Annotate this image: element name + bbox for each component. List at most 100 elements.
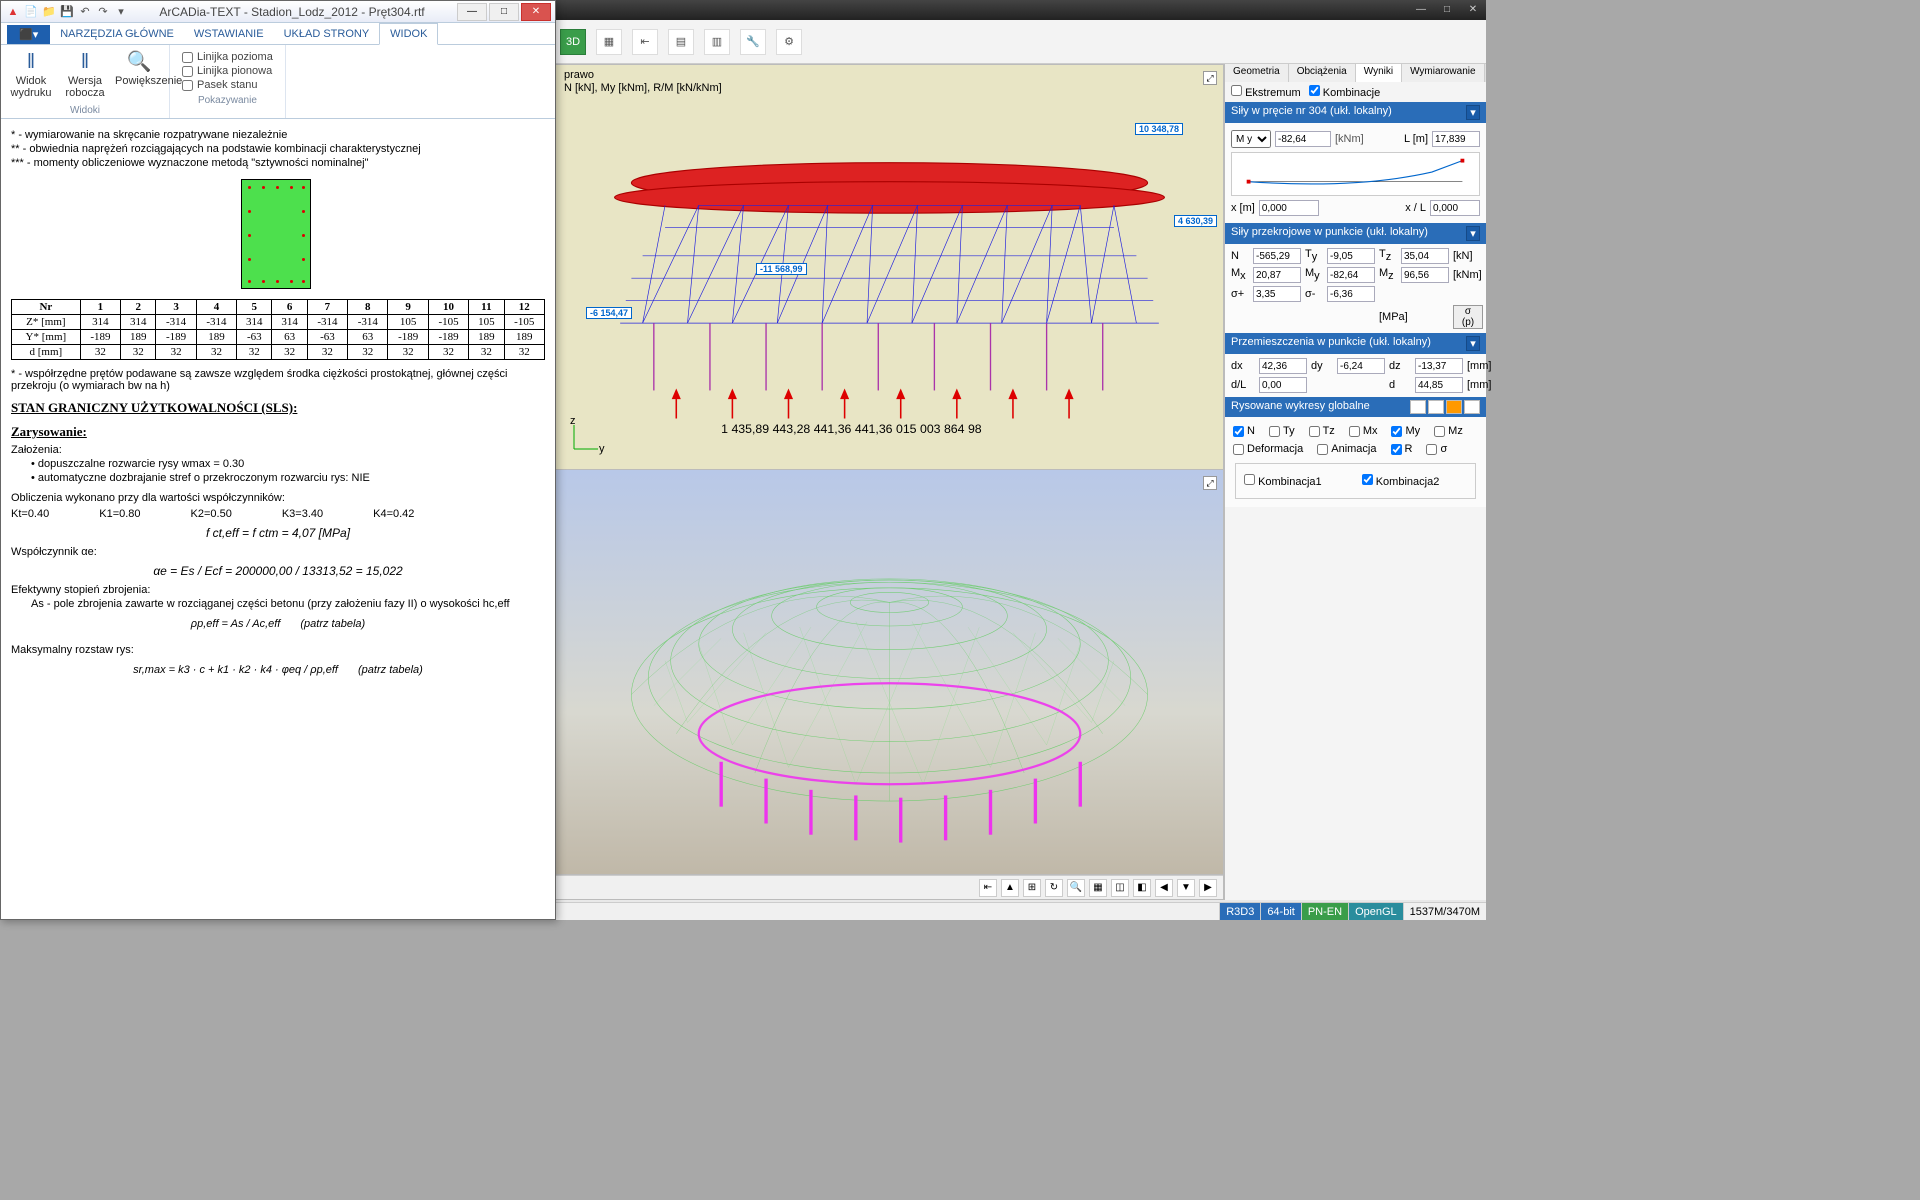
vc-view2-icon[interactable]: ◧	[1133, 879, 1151, 897]
arcadia-maximize-button[interactable]: □	[489, 3, 519, 21]
arcadia-close-button[interactable]: ✕	[521, 3, 551, 21]
toolbar-align-icon[interactable]: ⇤	[632, 29, 658, 55]
chk-n[interactable]: N	[1233, 425, 1255, 437]
dl-input[interactable]	[1259, 377, 1307, 393]
tab-wstawianie[interactable]: WSTAWIANIE	[184, 24, 274, 44]
tab-obciazenia[interactable]: Obciążenia	[1289, 64, 1356, 82]
expand-viewport-bottom-icon[interactable]: ⤢	[1203, 476, 1217, 490]
doc-note2: ** - obwiednia naprężeń rozciągających n…	[11, 143, 545, 155]
wersja-robocza-button[interactable]: ‖Wersja robocza	[61, 47, 109, 105]
tab-narzedzia[interactable]: NARZĘDZIA GŁÓWNE	[50, 24, 184, 44]
expand-viewport-icon[interactable]: ⤢	[1203, 71, 1217, 85]
file-button[interactable]: ⬛▾	[7, 25, 50, 44]
d-input[interactable]	[1415, 377, 1463, 393]
eng-minimize-button[interactable]: —	[1408, 0, 1434, 18]
panel-tabs: Geometria Obciążenia Wyniki Wymiarowanie	[1225, 64, 1486, 82]
chk-deformacja[interactable]: Deformacja	[1233, 443, 1303, 455]
toolbar-settings-icon[interactable]: ⚙	[776, 29, 802, 55]
toolbar-wrench-icon[interactable]: 🔧	[740, 29, 766, 55]
my-value-input[interactable]	[1275, 131, 1331, 147]
vc-right-icon[interactable]: ▶	[1199, 879, 1217, 897]
tab-uklad[interactable]: UKŁAD STRONY	[274, 24, 380, 44]
wk-icon-2[interactable]	[1428, 400, 1444, 414]
vc-zoom-icon[interactable]: 🔍	[1067, 879, 1085, 897]
document-area[interactable]: * - wymiarowanie na skręcanie rozpatrywa…	[1, 119, 555, 919]
toolbar-calc-icon[interactable]: ▤	[668, 29, 694, 55]
mz-input[interactable]	[1401, 267, 1449, 283]
tab-widok[interactable]: WIDOK	[379, 23, 438, 45]
linijka-pionowa-checkbox[interactable]: Linijka pionowa	[182, 65, 273, 77]
powiekszenie-button[interactable]: 🔍Powiększenie	[115, 47, 163, 105]
sily-dropdown-icon[interactable]: ▾	[1466, 105, 1480, 120]
linijka-pozioma-checkbox[interactable]: Linijka pozioma	[182, 51, 273, 63]
xl-input[interactable]	[1430, 200, 1480, 216]
chk-kombinacja1[interactable]: Kombinacja1	[1244, 474, 1322, 488]
vc-left-icon[interactable]: ◀	[1155, 879, 1173, 897]
kombinacje-checkbox[interactable]: Kombinacje	[1309, 85, 1381, 99]
qat-new-icon[interactable]: 📄	[23, 4, 39, 20]
pasek-stanu-checkbox[interactable]: Pasek stanu	[182, 79, 273, 91]
x-input[interactable]	[1259, 200, 1319, 216]
tz-label: Tz	[1379, 248, 1397, 263]
sm-input[interactable]	[1327, 286, 1375, 302]
l-value-input[interactable]	[1432, 131, 1480, 147]
chk-animacja[interactable]: Animacja	[1317, 443, 1376, 455]
chk-r[interactable]: R	[1391, 443, 1413, 455]
ekstremum-checkbox[interactable]: Ekstremum	[1231, 85, 1301, 99]
dx-input[interactable]	[1259, 358, 1307, 374]
chk-sigma[interactable]: σ	[1426, 443, 1447, 455]
vc-first-icon[interactable]: ⇤	[979, 879, 997, 897]
ty-input[interactable]	[1327, 248, 1375, 264]
toolbar-3d-icon[interactable]: 3D	[560, 29, 586, 55]
tz-input[interactable]	[1401, 248, 1449, 264]
coef-intro: Obliczenia wykonano przy dla wartości ws…	[11, 492, 545, 504]
tab-geometria[interactable]: Geometria	[1225, 64, 1289, 82]
viewport-top[interactable]: prawo N [kN], My [kNm], R/M [kN/kNm] ⤢	[556, 65, 1223, 470]
przem-dropdown-icon[interactable]: ▾	[1466, 336, 1480, 351]
vc-grid-icon[interactable]: ⊞	[1023, 879, 1041, 897]
wk-icon-3[interactable]	[1446, 400, 1462, 414]
qat-undo-icon[interactable]: ↶	[77, 4, 93, 20]
viewport-bottom[interactable]: ⤢	[556, 470, 1223, 875]
toolbar-grid-icon[interactable]: ▦	[596, 29, 622, 55]
n-input[interactable]	[1253, 248, 1301, 264]
przekroj-dropdown-icon[interactable]: ▾	[1466, 226, 1480, 241]
chk-mz[interactable]: Mz	[1434, 425, 1463, 437]
eng-maximize-button[interactable]: □	[1434, 0, 1460, 18]
chk-kombinacja2[interactable]: Kombinacja2	[1362, 474, 1440, 488]
dy-label: dy	[1311, 360, 1333, 372]
toolbar-table-icon[interactable]: ▥	[704, 29, 730, 55]
wk-icon-1[interactable]	[1410, 400, 1426, 414]
qat-save-icon[interactable]: 💾	[59, 4, 75, 20]
chk-my[interactable]: My	[1391, 425, 1420, 437]
qat-redo-icon[interactable]: ↷	[95, 4, 111, 20]
eng-close-button[interactable]: ✕	[1460, 0, 1486, 18]
dy-input[interactable]	[1337, 358, 1385, 374]
svg-text:1 435,89 443,28 441,36 441,36: 1 435,89 443,28 441,36 441,36 015 003 86…	[721, 422, 982, 436]
tab-wyniki[interactable]: Wyniki	[1356, 64, 1402, 82]
eff-desc: As - pole zbrojenia zawarte w rozciągane…	[31, 598, 545, 610]
sigma-p-button[interactable]: σ (p)	[1453, 305, 1483, 329]
wk-icon-4[interactable]	[1464, 400, 1480, 414]
arcadia-titlebar[interactable]: ▲ 📄 📁 💾 ↶ ↷ ▾ ArCADia-TEXT - Stadion_Lod…	[1, 1, 555, 23]
qat-open-icon[interactable]: 📁	[41, 4, 57, 20]
vc-up-icon[interactable]: ▲	[1001, 879, 1019, 897]
chk-ty[interactable]: Ty	[1269, 425, 1295, 437]
widok-wydruku-button[interactable]: ‖Widok wydruku	[7, 47, 55, 105]
chk-mx[interactable]: Mx	[1349, 425, 1378, 437]
tab-wymiarowanie[interactable]: Wymiarowanie	[1402, 64, 1484, 82]
my-input[interactable]	[1327, 267, 1375, 283]
unit-knm-2: [kNm]	[1453, 269, 1483, 281]
vc-layers-icon[interactable]: ▦	[1089, 879, 1107, 897]
moment-select[interactable]: M y	[1231, 130, 1271, 148]
force-tag-1: 10 348,78	[1135, 123, 1183, 135]
arcadia-minimize-button[interactable]: —	[457, 3, 487, 21]
dz-input[interactable]	[1415, 358, 1463, 374]
qat-dropdown-icon[interactable]: ▾	[113, 4, 129, 20]
vc-down-icon[interactable]: ▼	[1177, 879, 1195, 897]
mx-input[interactable]	[1253, 267, 1301, 283]
sp-input[interactable]	[1253, 286, 1301, 302]
vc-view1-icon[interactable]: ◫	[1111, 879, 1129, 897]
chk-tz[interactable]: Tz	[1309, 425, 1335, 437]
vc-refresh-icon[interactable]: ↻	[1045, 879, 1063, 897]
